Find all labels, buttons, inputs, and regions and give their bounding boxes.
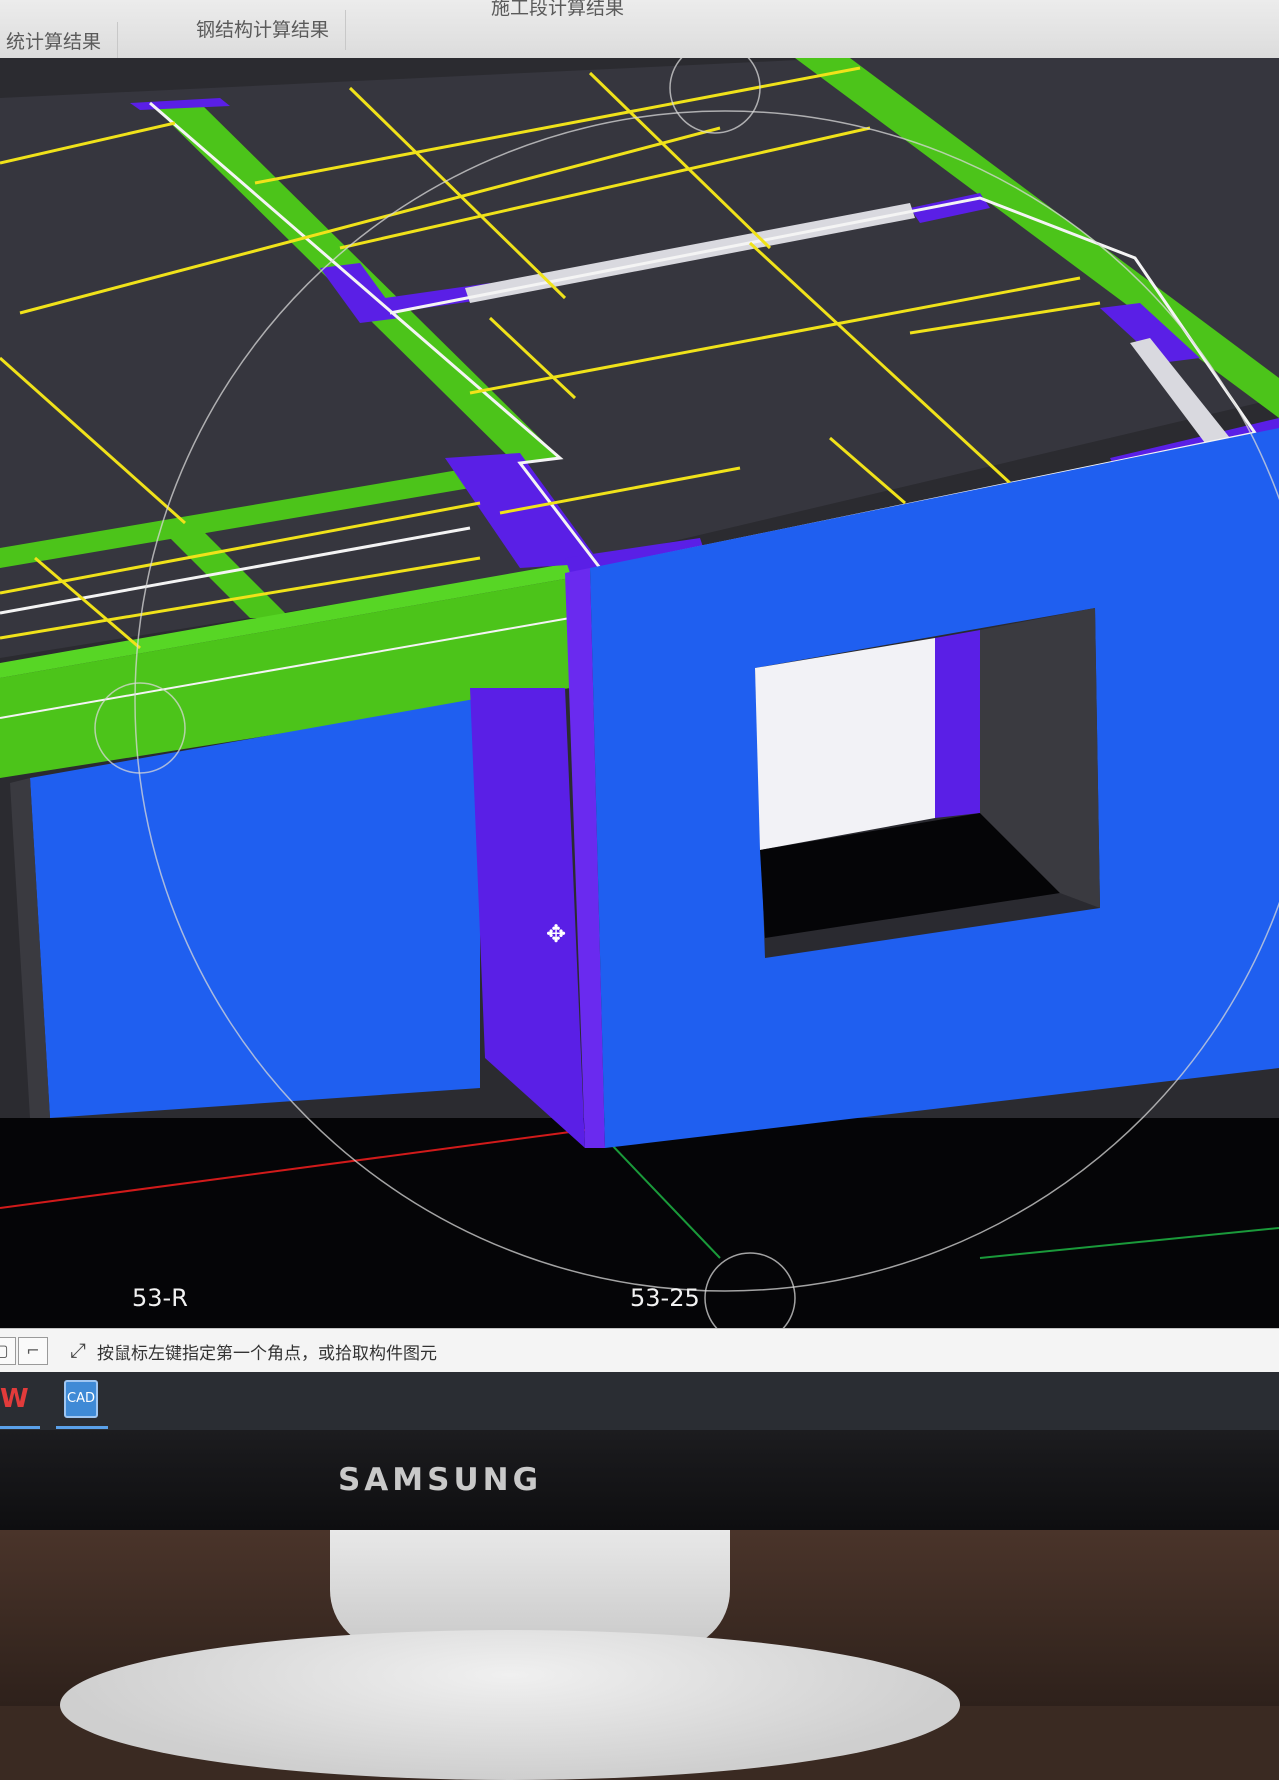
square-icon: ▢ bbox=[0, 1341, 9, 1360]
window-reveal bbox=[935, 630, 980, 818]
axis-label-53-r: 53-R bbox=[132, 1284, 188, 1312]
monitor-brand-logo: SAMSUNG bbox=[337, 1462, 543, 1498]
wps-icon[interactable]: W bbox=[0, 1380, 30, 1418]
resize-arrow-icon: ⤢ bbox=[70, 1338, 86, 1362]
cad-icon[interactable]: CAD bbox=[64, 1380, 98, 1418]
command-prompt-text: 按鼠标左键指定第一个角点，或拾取构件图元 bbox=[97, 1344, 437, 1364]
result-tabbar: 统计算结果 钢结构计算结果 施工段计算结果 bbox=[0, 0, 1279, 62]
monitor-screen: 统计算结果 钢结构计算结果 施工段计算结果 53-R 53-25 ✥ ▢ ⌐ ⤢… bbox=[0, 0, 1279, 1430]
status-toggle-button[interactable]: ▢ bbox=[0, 1337, 16, 1365]
3d-model-viewport[interactable]: 53-R 53-25 ✥ bbox=[0, 58, 1279, 1328]
model-drawing bbox=[0, 58, 1279, 1328]
ortho-toggle-button[interactable]: ⌐ bbox=[18, 1337, 48, 1365]
window-glass-light bbox=[755, 638, 935, 850]
tab-construction-segment-results[interactable]: 施工段计算结果 bbox=[475, 0, 640, 28]
polyline-icon: ⌐ bbox=[26, 1341, 40, 1360]
tab-steel-structure-results[interactable]: 钢结构计算结果 bbox=[180, 10, 347, 50]
cad-active-indicator bbox=[56, 1426, 108, 1429]
status-bar: ▢ ⌐ ⤢ 按鼠标左键指定第一个角点，或拾取构件图元 bbox=[0, 1328, 1279, 1374]
tab-statistics-results[interactable]: 统计算结果 bbox=[0, 22, 119, 62]
wps-active-indicator bbox=[0, 1426, 40, 1429]
wall-column-side bbox=[470, 688, 585, 1148]
taskbar: W CAD bbox=[0, 1372, 1279, 1430]
move-cursor-icon: ✥ bbox=[545, 920, 567, 948]
monitor-base bbox=[60, 1630, 960, 1780]
axis-label-53-25: 53-25 bbox=[630, 1284, 700, 1312]
